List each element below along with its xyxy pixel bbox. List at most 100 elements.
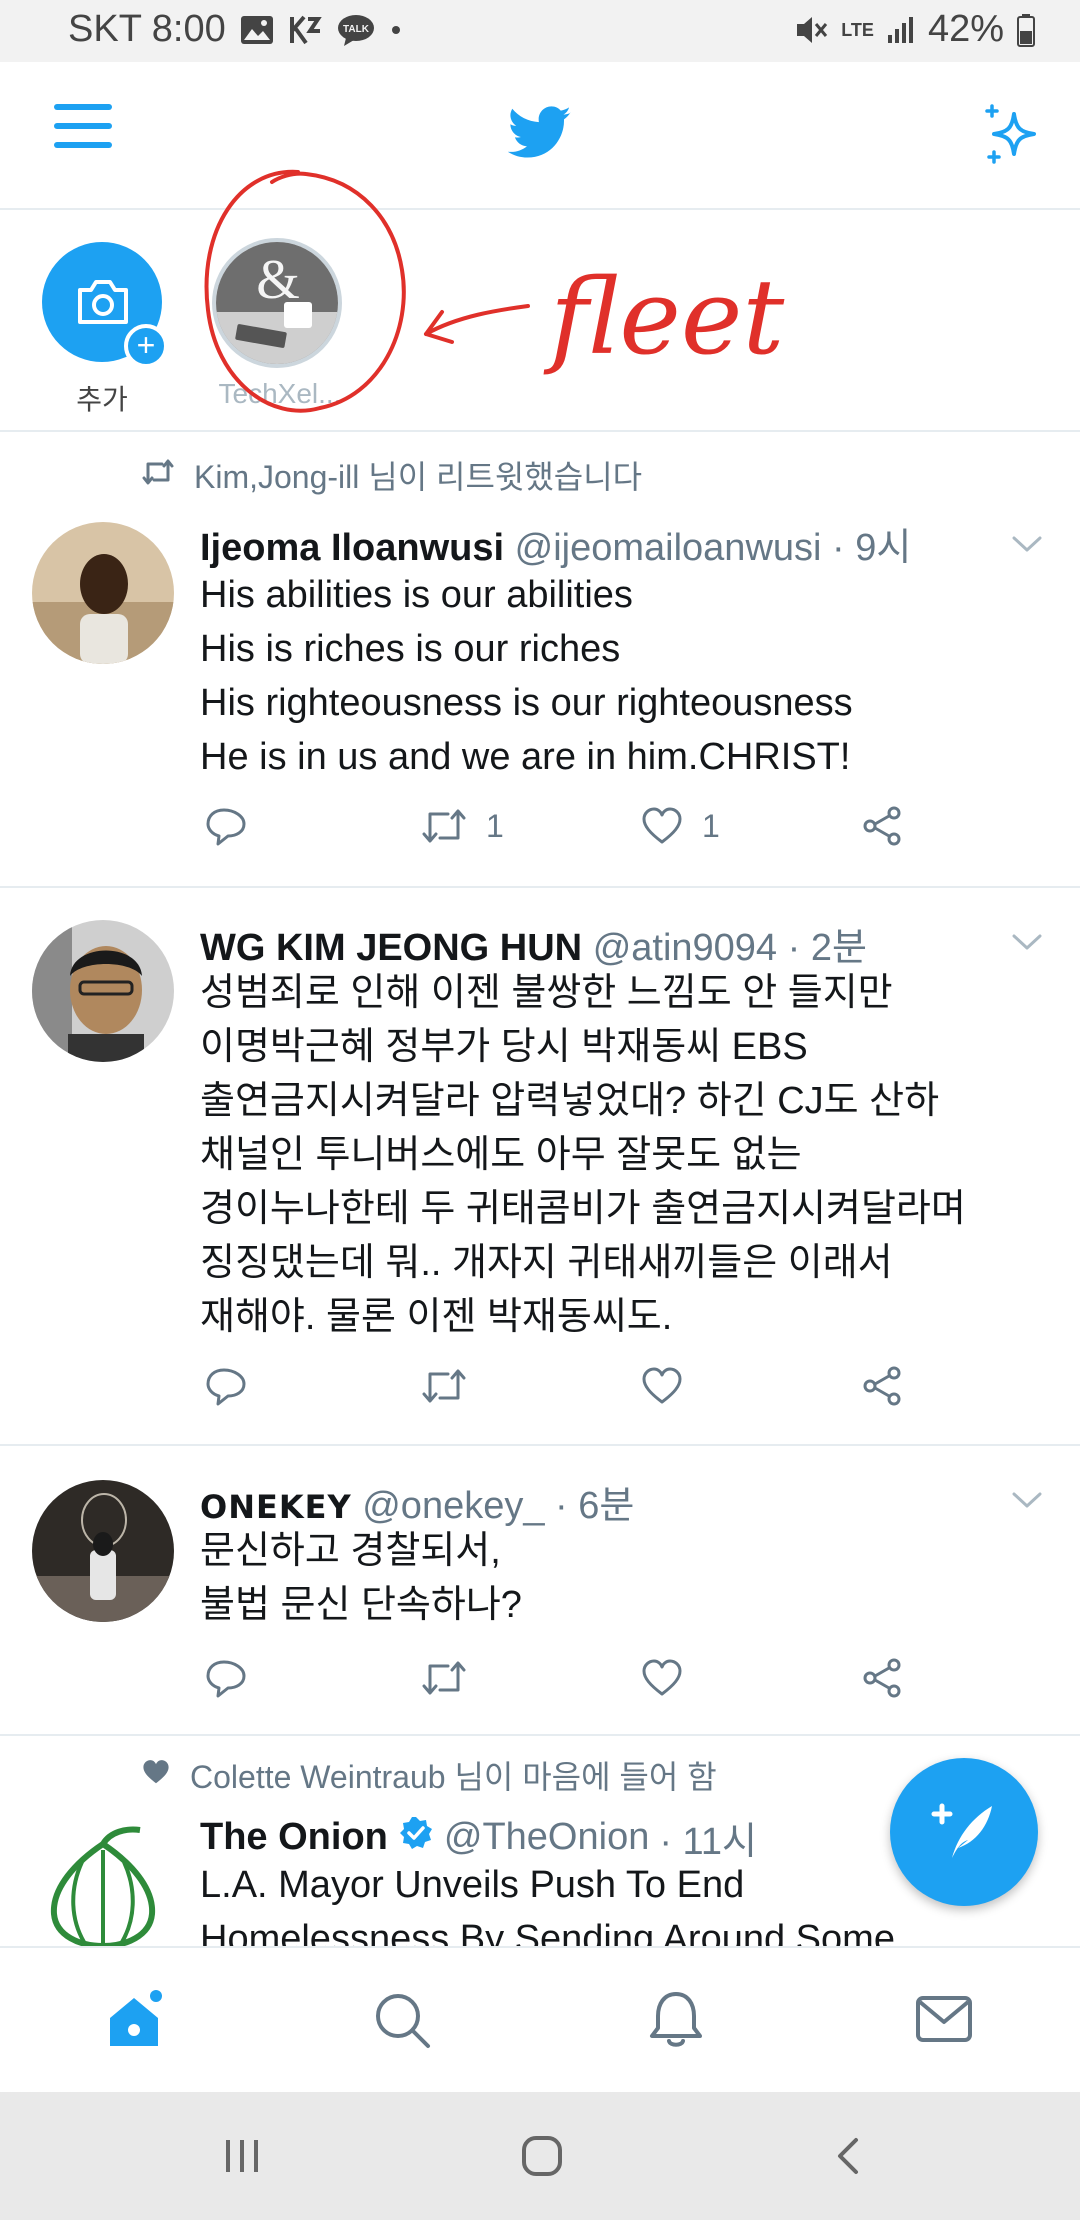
share-button[interactable] bbox=[860, 806, 904, 846]
tweet-context: Colette Weintraub 님이 마음에 들어 함 bbox=[140, 1752, 717, 1798]
fleet-avatar-techxel[interactable]: & bbox=[212, 238, 342, 368]
status-bar: SKT 8:00 TALK LTE 42% bbox=[0, 0, 1080, 62]
notifications-bell-icon[interactable] bbox=[646, 1988, 706, 2055]
retweet-count: 1 bbox=[486, 807, 504, 844]
gallery-icon bbox=[240, 15, 274, 45]
avatar[interactable] bbox=[32, 1818, 174, 1946]
tweet-3[interactable]: ONEKEY @onekey_ · 6분 문신하고 경찰되서, 불법 문신 단속… bbox=[0, 1444, 1080, 1736]
talk-icon: TALK bbox=[336, 13, 376, 47]
retweet-button[interactable] bbox=[420, 1658, 468, 1698]
tweet-text-line: 경이누나한테 두 귀태콤비가 출연금지시켜달라며 bbox=[200, 1188, 966, 1230]
tweet-text-line: 징징댔는데 뭐.. 개자지 귀태새끼들은 이래서 bbox=[200, 1242, 893, 1284]
chevron-down-icon[interactable] bbox=[1010, 924, 1044, 958]
status-carrier-time: SKT 8:00 bbox=[68, 8, 226, 50]
mute-icon bbox=[795, 14, 829, 46]
reply-button[interactable] bbox=[204, 1366, 248, 1406]
author-handle[interactable]: @TheOnion bbox=[444, 1816, 649, 1859]
like-button[interactable]: 1 bbox=[640, 806, 720, 846]
battery-percent: 42% bbox=[927, 8, 1004, 50]
plus-badge-icon: + bbox=[124, 324, 168, 368]
tweet-text: His abilities is our abilities His is ri… bbox=[200, 568, 853, 784]
tweet-time: · 2분 bbox=[787, 927, 867, 969]
more-notifications-dot-icon bbox=[390, 24, 402, 36]
tweet-time: · 6분 bbox=[555, 1485, 635, 1527]
compose-feather-icon bbox=[928, 1796, 1000, 1873]
tweet-text: 성범죄로 인해 이젠 불쌍한 느낌도 안 들지만 이명박근혜 정부가 당시 박재… bbox=[200, 966, 966, 1344]
verified-badge-icon bbox=[398, 1815, 434, 1861]
messages-mail-icon[interactable] bbox=[914, 1994, 974, 2051]
reply-button[interactable] bbox=[204, 1658, 248, 1698]
tweet-text-line: His abilities is our abilities bbox=[200, 574, 633, 616]
chevron-down-icon[interactable] bbox=[1010, 526, 1044, 560]
tweet-text-line: He is in us and we are in him.CHRIST! bbox=[200, 736, 851, 778]
tweet-2[interactable]: WG KIM JEONG HUN @atin9094 · 2분 성범죄로 인해 … bbox=[0, 886, 1080, 1446]
svg-text:&: & bbox=[256, 249, 300, 311]
battery-icon bbox=[1016, 13, 1036, 47]
sparkle-icon[interactable] bbox=[982, 102, 1046, 171]
bottom-navigation bbox=[0, 1946, 1080, 2094]
tweet-text-line: 이명박근혜 정부가 당시 박재동씨 EBS bbox=[200, 1026, 808, 1068]
tweet-text: 문신하고 경찰되서, 불법 문신 단속하나? bbox=[200, 1524, 522, 1632]
tweet-text-line: 성범죄로 인해 이젠 불쌍한 느낌도 안 들지만 bbox=[200, 972, 893, 1014]
app-notification-icon bbox=[288, 15, 322, 45]
tweet-context-text: Kim,Jong-ill 님이 리트윗했습니다 bbox=[194, 459, 643, 495]
search-icon[interactable] bbox=[372, 1990, 432, 2055]
svg-text:TALK: TALK bbox=[343, 24, 370, 35]
tweet-context: Kim,Jong-ill 님이 리트윗했습니다 bbox=[140, 452, 642, 498]
compose-tweet-button[interactable] bbox=[890, 1758, 1038, 1906]
tweet-text-line: Homelessness By Sending Around Some bbox=[200, 1918, 895, 1946]
system-navigation-bar bbox=[0, 2092, 1080, 2220]
menu-icon[interactable] bbox=[54, 100, 114, 157]
tweet-text-line: L.A. Mayor Unveils Push To End bbox=[200, 1864, 745, 1906]
author-handle[interactable]: @ijeomailoanwusi bbox=[515, 527, 822, 569]
avatar[interactable] bbox=[32, 1480, 174, 1622]
tweet-1[interactable]: Kim,Jong-ill 님이 리트윗했습니다 Ijeoma Iloanwusi… bbox=[0, 432, 1080, 888]
author-handle[interactable]: @atin9094 bbox=[593, 927, 777, 969]
author-handle[interactable]: @onekey_ bbox=[362, 1485, 544, 1527]
avatar[interactable] bbox=[32, 920, 174, 1062]
network-type: LTE bbox=[841, 19, 874, 40]
tweet-text-line: His righteousness is our righteousness bbox=[200, 682, 853, 724]
tweet-time: · 11시 bbox=[659, 1821, 757, 1863]
fleets-row: + 추가 & TechXel... bbox=[0, 210, 1080, 432]
tweet-actions bbox=[200, 1366, 1040, 1426]
tweet-text-line: 출연금지시켜달라 압력넣었대? 하긴 CJ도 산하 bbox=[200, 1080, 940, 1122]
signal-icon bbox=[886, 15, 916, 45]
like-button[interactable] bbox=[640, 1366, 684, 1406]
home-circle-icon[interactable] bbox=[520, 2134, 564, 2183]
chevron-down-icon[interactable] bbox=[1010, 1482, 1044, 1516]
author-name[interactable]: WG KIM JEONG HUN bbox=[200, 927, 582, 969]
tweet-header: WG KIM JEONG HUN @atin9094 · 2분 bbox=[200, 916, 867, 971]
reply-button[interactable] bbox=[204, 806, 248, 846]
heart-context-icon bbox=[140, 1757, 172, 1794]
tweet-text-line: 채널인 투니버스에도 아무 잘못도 없는 bbox=[200, 1134, 802, 1176]
camera-icon bbox=[76, 278, 130, 331]
like-button[interactable] bbox=[640, 1658, 684, 1698]
tweet-header: The Onion @TheOnion · 11시 bbox=[200, 1810, 757, 1865]
tweet-text-line: 문신하고 경찰되서, bbox=[200, 1530, 501, 1572]
add-fleet-button[interactable]: + bbox=[42, 242, 168, 368]
share-button[interactable] bbox=[860, 1366, 904, 1406]
avatar[interactable] bbox=[32, 522, 174, 664]
like-count: 1 bbox=[702, 807, 720, 844]
retweet-context-icon bbox=[140, 457, 176, 494]
add-fleet-label: 추가 bbox=[76, 384, 128, 415]
tweet-text-line: 재해야. 물론 이젠 박재동씨도. bbox=[200, 1296, 673, 1338]
tweet-header: ONEKEY @onekey_ · 6분 bbox=[200, 1474, 634, 1529]
author-name[interactable]: Ijeoma Iloanwusi bbox=[200, 527, 504, 569]
home-icon[interactable] bbox=[104, 1988, 168, 2057]
fleet-user-label: TechXel... bbox=[218, 378, 342, 409]
tweet-context-text: Colette Weintraub 님이 마음에 들어 함 bbox=[190, 1759, 717, 1795]
tweet-actions bbox=[200, 1658, 1040, 1718]
top-app-bar bbox=[0, 62, 1080, 210]
back-arrow-icon[interactable] bbox=[830, 2134, 866, 2183]
twitter-logo-icon[interactable] bbox=[507, 106, 572, 165]
share-button[interactable] bbox=[860, 1658, 904, 1698]
tweet-text-line: 불법 문신 단속하나? bbox=[200, 1584, 522, 1626]
retweet-button[interactable] bbox=[420, 1366, 468, 1406]
retweet-button[interactable]: 1 bbox=[420, 806, 504, 846]
author-name[interactable]: ONEKEY bbox=[200, 1488, 352, 1526]
author-name[interactable]: The Onion bbox=[200, 1816, 388, 1859]
tweet-header: Ijeoma Iloanwusi @ijeomailoanwusi · 9시 bbox=[200, 516, 911, 571]
recent-apps-icon[interactable] bbox=[222, 2136, 262, 2181]
